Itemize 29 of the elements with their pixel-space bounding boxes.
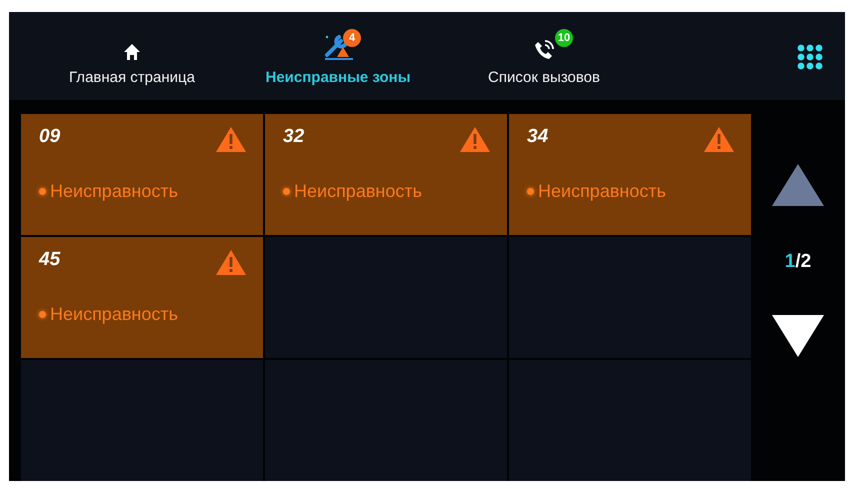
status-dot (527, 188, 534, 195)
zone-status: Неисправность (50, 181, 178, 202)
zone-tile[interactable]: 09 Неисправность (21, 114, 263, 235)
zone-status: Неисправность (50, 304, 178, 325)
nav-tab[interactable]: 10 Список вызовов (441, 26, 647, 86)
warning-icon (215, 126, 247, 153)
zone-tile[interactable]: 34 Неисправность (509, 114, 751, 235)
nav-tab[interactable]: 4 Неисправные зоны (235, 26, 441, 86)
warning-icon (459, 126, 491, 153)
zone-status: Неисправность (538, 181, 666, 202)
zone-number: 09 (39, 126, 60, 148)
count-badge: 4 (343, 28, 361, 46)
page-indicator: 1/2 (784, 251, 812, 273)
warning-icon (703, 126, 735, 153)
status-dot (283, 188, 290, 195)
warning-icon (215, 249, 247, 276)
zone-tile[interactable]: 45 Неисправность (21, 237, 263, 358)
phone-icon (533, 38, 555, 60)
status-dot (39, 311, 46, 318)
grid-menu-icon[interactable] (797, 44, 823, 70)
zone-number: 34 (527, 126, 548, 148)
zone-number: 32 (283, 126, 304, 148)
status-dot (39, 188, 46, 195)
count-badge: 10 (555, 28, 573, 46)
nav-tab[interactable]: Главная страница (29, 26, 235, 86)
zone-status: Неисправность (294, 181, 422, 202)
zone-tile[interactable]: 32 Неисправность (265, 114, 507, 235)
home-icon (123, 42, 141, 60)
zone-number: 45 (39, 249, 60, 271)
